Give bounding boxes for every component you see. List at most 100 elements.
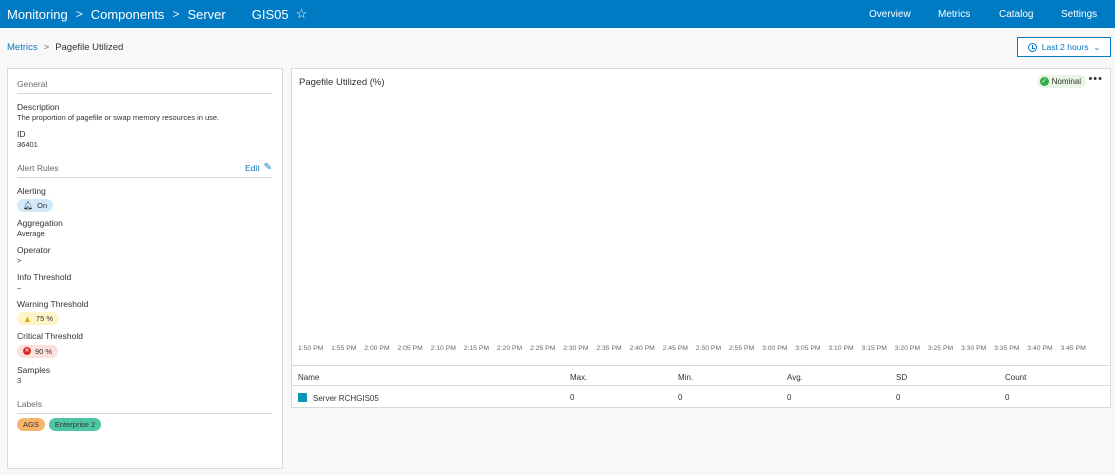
critical-threshold-badge: ✕ 90 % <box>17 344 59 358</box>
chevron-down-icon: ⌄ <box>1093 42 1101 52</box>
column-header[interactable]: Max. <box>570 373 587 382</box>
column-header[interactable]: SD <box>896 373 907 382</box>
x-tick-label: 3:05 PM <box>795 345 821 352</box>
check-circle-icon: ✓ <box>1039 77 1049 86</box>
x-tick-label: 2:15 PM <box>463 345 490 352</box>
warning-threshold-value: 75 % <box>35 314 54 323</box>
star-outline-icon[interactable]: ☆ <box>296 6 308 22</box>
table-cell: 0 <box>787 393 792 402</box>
x-tick-label: 2:45 PM <box>662 345 688 352</box>
nav-catalog[interactable]: Catalog <box>999 9 1033 20</box>
alerting-value: On <box>37 201 48 210</box>
labels-heading: Labels <box>17 398 43 409</box>
aggregation-value: Average <box>17 229 45 238</box>
table-cell: 0 <box>1005 393 1010 402</box>
breadcrumb-metrics-link[interactable]: Metrics <box>7 42 38 53</box>
info-threshold-field: Info Threshold – <box>17 272 272 292</box>
x-tick-label: 2:10 PM <box>430 345 456 352</box>
time-range-label: Last 2 hours <box>1041 42 1089 52</box>
metric-details-panel: General Description The proportion of pa… <box>7 68 283 469</box>
x-tick-label: 3:10 PM <box>828 345 854 352</box>
general-section-heading: General <box>17 79 272 94</box>
x-tick-label: 3:35 PM <box>994 345 1020 352</box>
x-tick-label: 3:45 PM <box>1060 345 1086 352</box>
x-tick-label: 2:30 PM <box>563 345 589 352</box>
x-tick-label: 2:35 PM <box>596 345 622 352</box>
samples-value: 3 <box>17 375 22 385</box>
pencil-icon: ✎ <box>263 162 272 173</box>
edit-alert-rules-button[interactable]: Edit ✎ <box>245 162 272 173</box>
x-tick-label: 1:50 PM <box>298 345 324 352</box>
breadcrumb-components[interactable]: Components <box>91 7 165 22</box>
column-header[interactable]: Min. <box>678 373 693 382</box>
general-heading: General <box>17 79 48 89</box>
warning-threshold-badge: ▲ 75 % <box>17 312 60 325</box>
nav-settings[interactable]: Settings <box>1061 9 1097 20</box>
status-label: Nominal <box>1051 77 1081 86</box>
x-tick-label: 2:55 PM <box>728 345 755 352</box>
more-options-icon[interactable]: ••• <box>1088 73 1103 85</box>
labels-list: AGS Enterprise 2 <box>17 417 272 431</box>
x-axis: 1:50 PM 1:55 PM 2:00 PM 2:05 PM 2:10 PM 2:15 … <box>292 345 1112 357</box>
column-header[interactable]: Avg. <box>787 373 803 382</box>
critical-threshold-label: Critical Threshold <box>17 331 83 341</box>
x-tick-label: 3:40 PM <box>1027 345 1053 352</box>
column-header[interactable]: Count <box>1005 373 1026 382</box>
series-color-swatch <box>298 393 307 402</box>
status-badge: ✓ Nominal <box>1036 75 1086 88</box>
description-value: The proportion of pagefile or swap memor… <box>17 113 220 122</box>
description-field: Description The proportion of pagefile o… <box>17 102 272 122</box>
metric-chart-panel: Pagefile Utilized (%) ✓ Nominal ••• 1:50… <box>291 68 1111 408</box>
time-range-dropdown[interactable]: Last 2 hours ⌄ <box>1017 37 1111 57</box>
breadcrumb-server[interactable]: Server <box>187 7 225 22</box>
warning-triangle-icon: ▲ <box>23 313 32 324</box>
table-cell: 0 <box>570 393 575 402</box>
critical-threshold-value: 90 % <box>35 346 53 356</box>
alerting-label: Alerting <box>17 186 46 196</box>
app-breadcrumb: Monitoring > Components > Server GIS05 ☆ <box>0 6 307 22</box>
page-subheader: Metrics > Pagefile Utilized Last 2 hours… <box>0 28 1115 68</box>
x-tick-label: 3:20 PM <box>894 345 920 352</box>
label-chip-enterprise[interactable]: Enterprise 2 <box>48 417 102 431</box>
info-threshold-value: – <box>17 283 22 292</box>
chart-title: Pagefile Utilized (%) <box>299 77 385 88</box>
error-x-circle-icon: ✕ <box>23 347 31 355</box>
machine-name: GIS05 <box>251 6 289 22</box>
id-value: 36401 <box>17 140 38 149</box>
column-header[interactable]: Name <box>298 373 319 382</box>
bell-icon: 🔔︎ <box>23 201 34 210</box>
series-name-cell: Server RCHGIS05 <box>298 393 379 403</box>
stats-table-header: Name Max. Min. Avg. SD Count <box>292 365 1110 386</box>
id-field: ID 36401 <box>17 129 272 149</box>
x-tick-label: 3:25 PM <box>927 345 954 352</box>
label-chip-ags[interactable]: AGS <box>17 417 45 431</box>
x-tick-label: 3:15 PM <box>861 345 887 352</box>
x-tick-label: 2:50 PM <box>695 345 722 352</box>
table-row: Server RCHGIS05 0 0 0 0 0 <box>292 386 1110 408</box>
alert-rules-section-heading: Alert Rules Edit ✎ <box>17 162 272 178</box>
breadcrumb-monitoring[interactable]: Monitoring <box>7 7 68 22</box>
x-tick-label: 2:20 PM <box>496 345 523 352</box>
nav-overview[interactable]: Overview <box>869 9 911 20</box>
samples-field: Samples 3 <box>17 365 272 385</box>
samples-label: Samples <box>17 364 51 375</box>
warning-threshold-field: Warning Threshold ▲ 75 % <box>17 299 272 325</box>
table-cell: 0 <box>678 393 683 402</box>
chevron-right-icon: > <box>172 7 180 21</box>
alert-rules-heading: Alert Rules <box>17 162 59 173</box>
x-tick-label: 2:25 PM <box>530 345 556 352</box>
operator-label: Operator <box>17 245 51 255</box>
aggregation-field: Aggregation Average <box>17 218 272 238</box>
x-tick-label: 2:05 PM <box>397 345 423 352</box>
labels-section-heading: Labels <box>17 399 272 414</box>
nav-metrics[interactable]: Metrics <box>938 9 970 20</box>
page-breadcrumb: Metrics > Pagefile Utilized <box>7 42 123 53</box>
aggregation-label: Aggregation <box>17 218 63 228</box>
chevron-right-icon: > <box>75 7 83 21</box>
clock-icon <box>1027 42 1037 52</box>
x-tick-label: 3:00 PM <box>762 345 788 352</box>
page-title: Pagefile Utilized <box>55 42 124 53</box>
table-cell: 0 <box>896 393 901 402</box>
x-tick-label: 2:00 PM <box>364 345 390 352</box>
top-navigation-bar: Monitoring > Components > Server GIS05 ☆… <box>0 0 1115 28</box>
